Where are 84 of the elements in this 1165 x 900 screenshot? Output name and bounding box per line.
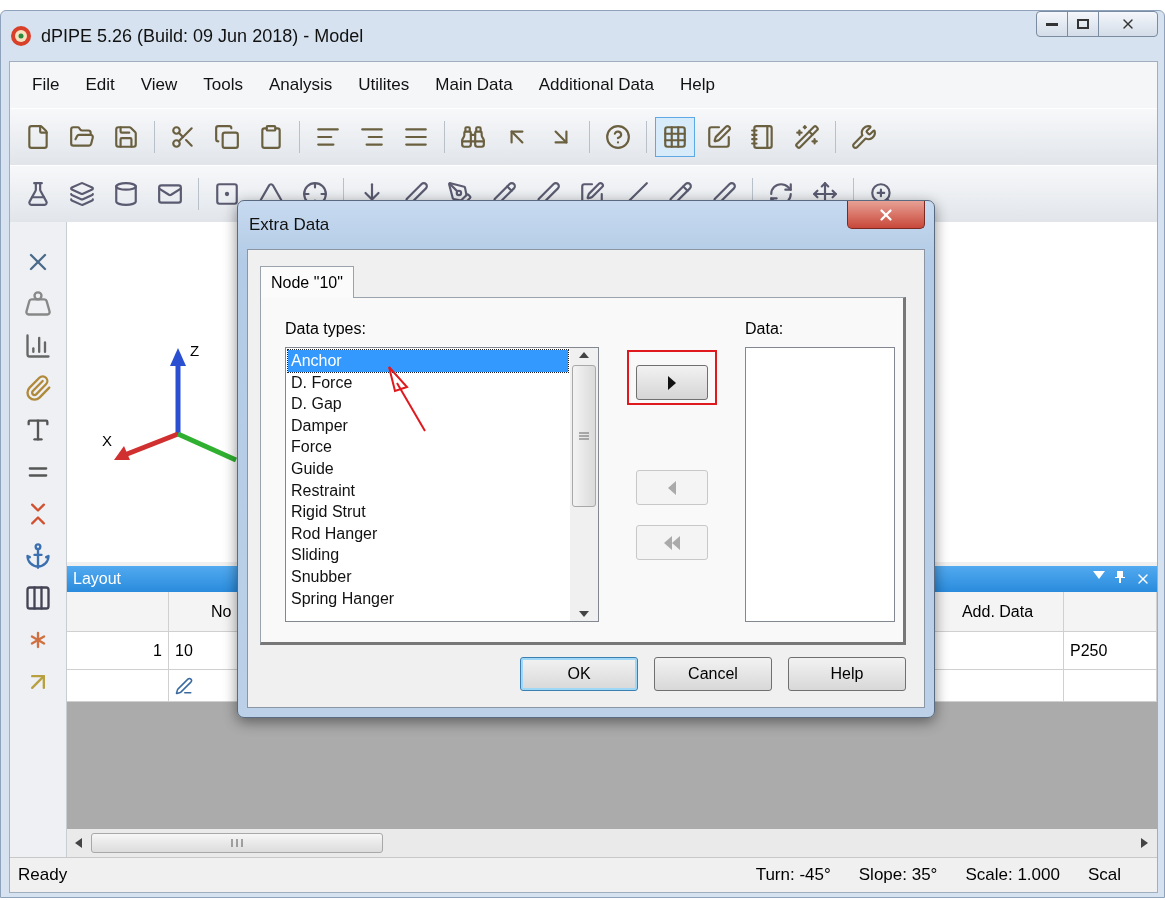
- list-item[interactable]: Rod Hanger: [288, 522, 568, 545]
- x-axis-arrow: [114, 431, 179, 460]
- envelope-icon: [157, 181, 183, 207]
- list-box[interactable]: [745, 347, 895, 622]
- list-item[interactable]: D. Force: [288, 371, 568, 394]
- grid-icon: [662, 124, 688, 150]
- menu-item[interactable]: Help: [668, 71, 728, 99]
- arrow-button[interactable]: [636, 365, 708, 400]
- app-logo-icon: [9, 24, 33, 48]
- list-item[interactable]: Restraint: [288, 479, 568, 502]
- anchor-icon[interactable]: [24, 542, 52, 570]
- binoculars-icon: [460, 124, 486, 150]
- list-item[interactable]: Snubber: [288, 565, 568, 588]
- cylinder-icon: [113, 181, 139, 207]
- table-cell: P250: [1064, 632, 1157, 670]
- list-item[interactable]: Guide: [288, 457, 568, 480]
- table-cell: 1: [67, 632, 169, 670]
- axis-label: X: [102, 432, 112, 449]
- toolbar-button[interactable]: [655, 117, 695, 157]
- maximize-button[interactable]: [1067, 11, 1099, 37]
- status-text: Ready: [18, 865, 69, 885]
- bar-chart-icon[interactable]: [24, 332, 52, 360]
- scissors-icon: [170, 124, 196, 150]
- menu-item[interactable]: Utilites: [346, 71, 422, 99]
- dialog-button[interactable]: OK: [520, 657, 638, 691]
- window-title: dPIPE 5.26 (Build: 09 Jun 2018) - Model: [41, 25, 364, 47]
- save-icon: [113, 124, 139, 150]
- weight-icon[interactable]: [24, 290, 52, 318]
- list-item[interactable]: Rigid Strut: [288, 501, 568, 523]
- list-item[interactable]: Damper: [288, 414, 568, 437]
- field-label: Data:: [745, 320, 785, 338]
- play-icon: [667, 375, 677, 390]
- minimize-icon: [1046, 22, 1058, 26]
- paperclip-icon[interactable]: [24, 374, 52, 402]
- new-file-icon: [25, 124, 51, 150]
- pin-icon[interactable]: [1115, 571, 1125, 583]
- clipboard-icon: [258, 124, 284, 150]
- menu-item[interactable]: View: [128, 71, 190, 99]
- menu-item[interactable]: Additional Data: [526, 71, 667, 99]
- field-label: Data types:: [285, 320, 367, 338]
- open-folder-icon: [69, 124, 95, 150]
- dialog-button[interactable]: Help: [788, 657, 906, 691]
- dropdown-icon[interactable]: [1093, 571, 1105, 579]
- help-icon: [605, 124, 631, 150]
- status-text: Turn: -45°: [755, 865, 832, 885]
- axis-label: Z: [190, 342, 200, 359]
- dialog-button[interactable]: Cancel: [654, 657, 772, 691]
- y-axis-line: [176, 431, 238, 462]
- tab[interactable]: Node "10": [260, 266, 354, 298]
- status-text: Slope: 35°: [858, 865, 939, 885]
- status-text: Scale: 1.000: [965, 865, 1061, 885]
- double-triangle-left-icon: [663, 535, 681, 550]
- scrollbar-thumb[interactable]: [91, 833, 383, 853]
- menu-item[interactable]: Edit: [73, 71, 127, 99]
- wand-icon: [794, 124, 820, 150]
- menu-item[interactable]: Analysis: [256, 71, 345, 99]
- layers-icon: [69, 181, 95, 207]
- scroll-down-icon[interactable]: [579, 611, 589, 617]
- list-item[interactable]: D. Gap: [288, 393, 568, 415]
- menu-item[interactable]: File: [20, 71, 72, 99]
- maximize-icon: [1077, 19, 1089, 29]
- copy-icon: [214, 124, 240, 150]
- menu-item[interactable]: Main Data: [423, 71, 525, 99]
- triangle-left-icon: [667, 480, 677, 495]
- list-item[interactable]: Force: [288, 436, 568, 458]
- wrench-icon: [851, 124, 877, 150]
- close-button[interactable]: [847, 201, 925, 229]
- scroll-left-icon[interactable]: [75, 838, 83, 848]
- dialog-title: Extra Data: [248, 215, 330, 235]
- menu-item[interactable]: Tools: [191, 71, 255, 99]
- list-item[interactable]: Sliding: [288, 544, 568, 566]
- list-box[interactable]: Anchor D. Force D. Gap Damper Force Guide Restraint Rigid Strut Rod Hanger Sliding Snubber Spring Hanger: [285, 347, 599, 622]
- column-header: Add. Data: [932, 592, 1064, 632]
- scroll-up-icon[interactable]: [579, 352, 589, 358]
- status-text: Scal: [1087, 865, 1122, 885]
- panel-title: Layout: [73, 570, 122, 588]
- columns-icon[interactable]: [24, 584, 52, 612]
- scroll-right-icon[interactable]: [1141, 838, 1149, 848]
- minimize-button[interactable]: [1036, 11, 1068, 37]
- notebook-icon: [750, 124, 776, 150]
- scrollbar-thumb[interactable]: [572, 365, 596, 507]
- edit-icon: [706, 124, 732, 150]
- edit-icon[interactable]: [175, 676, 193, 695]
- flask-icon: [25, 181, 51, 207]
